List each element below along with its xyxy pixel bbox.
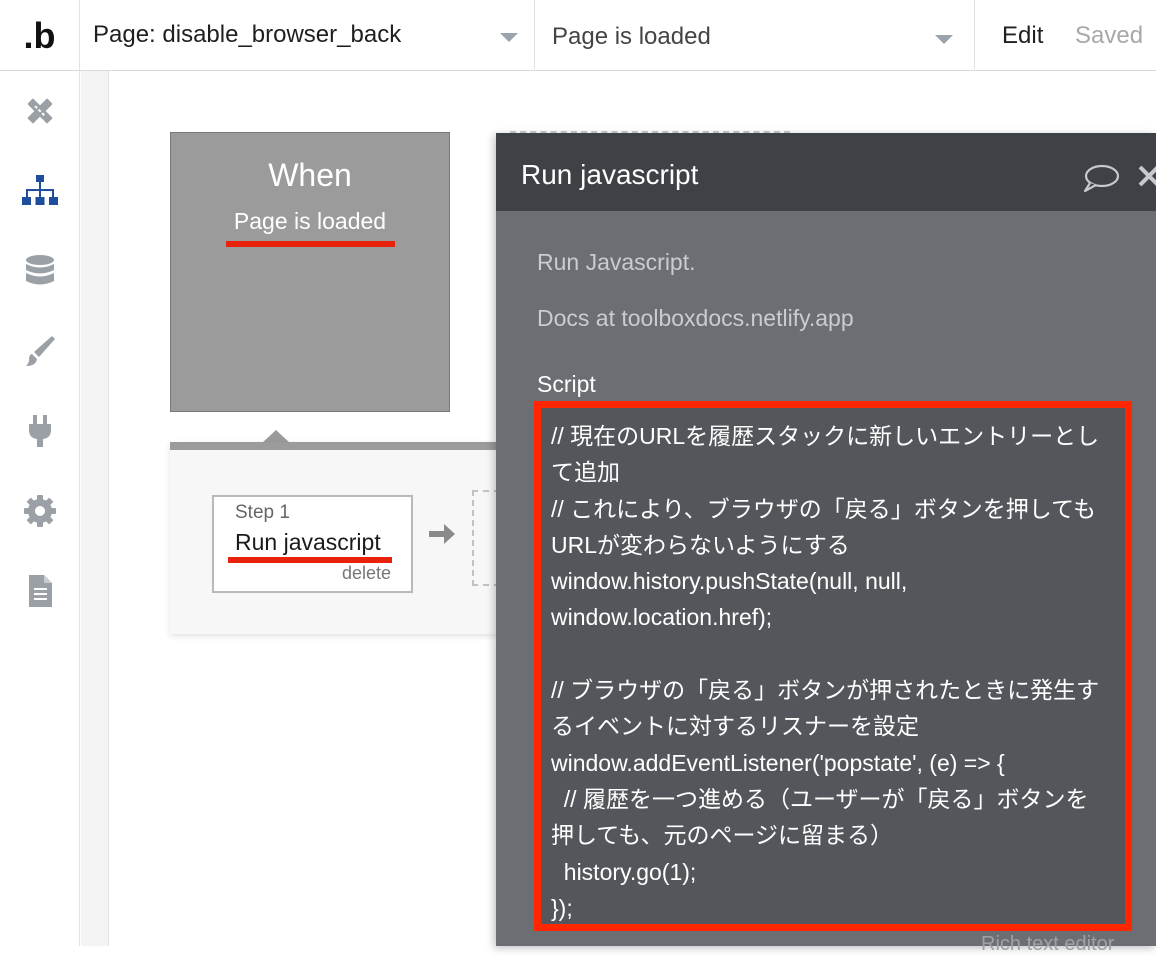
script-line <box>551 636 1119 672</box>
logs-document-icon[interactable] <box>20 571 60 611</box>
script-field-label: Script <box>537 371 596 397</box>
action-properties-panel: Run javascript Run Javascript. Docs at t… <box>496 133 1156 955</box>
script-line: window.addEventListener('popstate', (e) … <box>551 749 1005 776</box>
save-status: Saved <box>1075 22 1144 49</box>
event-block-trigger: Page is loaded <box>233 208 387 234</box>
arrow-right-icon <box>426 518 458 550</box>
step-card[interactable]: Step 1 Run javascript delete <box>212 495 413 593</box>
script-line: }); <box>551 894 573 921</box>
script-line: window.location.href); <box>551 604 773 631</box>
script-line: // 履歴を一つ進める（ユーザーが「戻る」ボタンを <box>551 785 1089 812</box>
docs-link: Docs at toolboxdocs.netlify.app <box>537 305 854 331</box>
database-icon[interactable] <box>20 251 60 291</box>
step-number: Step 1 <box>235 502 290 523</box>
step-delete-link[interactable]: delete <box>342 563 391 584</box>
highlight-underline <box>226 241 395 247</box>
page-selector[interactable]: Page: disable_browser_back <box>81 0 535 71</box>
script-line: history.go(1); <box>551 858 697 885</box>
event-selector-label: Page is loaded <box>552 23 711 50</box>
bubble-logo[interactable]: .b <box>0 0 80 71</box>
page-selector-label: Page: disable_browser_back <box>93 21 402 48</box>
script-line: // 現在のURLを履歴スタックに新しいエントリーとし <box>551 423 1100 449</box>
edit-button[interactable]: Edit <box>1002 22 1043 50</box>
script-editor[interactable]: // 現在のURLを履歴スタックに新しいエントリーとし て追加 // これにより… <box>534 401 1132 931</box>
left-sidebar <box>0 71 80 946</box>
script-line: 押しても、元のページに留まる） <box>551 822 894 849</box>
script-line: るイベントに対するリスナーを設定 <box>551 713 919 740</box>
chevron-down-icon <box>935 35 953 44</box>
script-line: window.history.pushState(null, null, <box>551 568 908 595</box>
script-line: て追加 <box>551 459 620 486</box>
script-line: URLが変わらないようにする <box>551 531 850 558</box>
workflow-icon[interactable] <box>20 171 60 211</box>
settings-gear-icon[interactable] <box>20 491 60 531</box>
design-icon[interactable] <box>20 91 60 131</box>
panel-title: Run javascript <box>521 159 699 190</box>
rich-text-editor-link[interactable]: Rich text editor <box>981 933 1114 956</box>
top-bar: .b Page: disable_browser_back Page is lo… <box>0 0 1156 71</box>
comment-icon[interactable] <box>1082 163 1120 193</box>
panel-header: Run javascript <box>496 133 1156 211</box>
event-selector[interactable]: Page is loaded <box>535 0 975 71</box>
script-line: // これにより、ブラウザの「戻る」ボタンを押しても <box>551 495 1096 522</box>
event-block-title: When <box>268 157 352 193</box>
styles-brush-icon[interactable] <box>20 331 60 371</box>
close-icon[interactable] <box>1136 163 1156 189</box>
script-line: // ブラウザの「戻る」ボタンが押されたときに発生す <box>551 677 1100 704</box>
chevron-down-icon <box>500 33 518 42</box>
step-action-name: Run javascript <box>235 529 381 555</box>
event-block[interactable]: When Page is loaded <box>170 132 450 412</box>
plugins-icon[interactable] <box>20 411 60 451</box>
highlight-underline <box>228 557 392 563</box>
canvas-gutter <box>81 71 109 946</box>
action-description: Run Javascript. <box>537 249 696 275</box>
